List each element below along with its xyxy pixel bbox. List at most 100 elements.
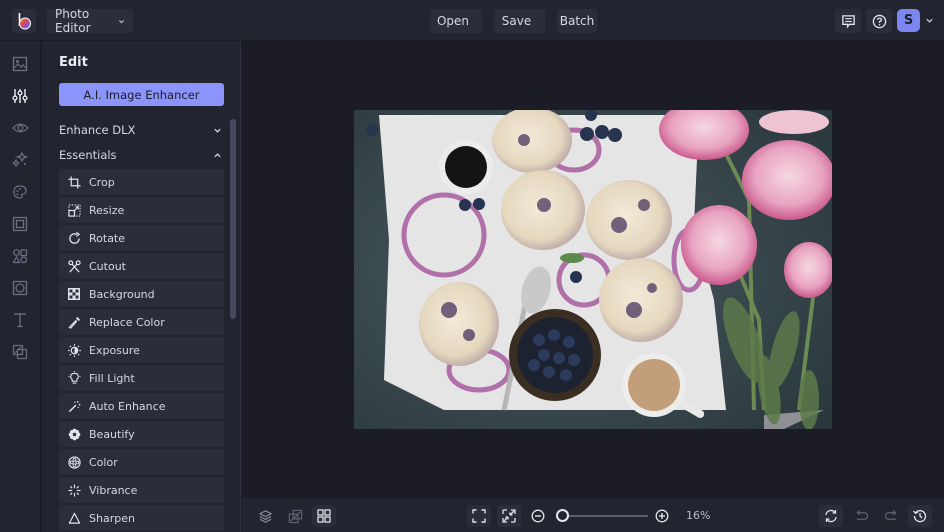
section-enhance-dlx[interactable]: Enhance DLX [59, 123, 222, 137]
actual-size-icon [502, 509, 516, 523]
zoom-level: 16% [686, 509, 711, 522]
tool-label: Sharpen [89, 511, 135, 525]
layers-button[interactable] [253, 505, 277, 527]
tool-label: Fill Light [89, 371, 135, 385]
avatar-initial: S [903, 13, 914, 28]
open-menu-button[interactable]: Open [430, 9, 482, 33]
left-rail [0, 41, 41, 532]
rail-item-graphics[interactable] [11, 247, 29, 265]
history-button[interactable] [908, 505, 932, 527]
tool-color[interactable]: Color [59, 449, 224, 475]
tool-exposure[interactable]: Exposure [59, 337, 224, 363]
zoom-slider-thumb[interactable] [555, 509, 569, 522]
rail-item-image-manager[interactable] [11, 55, 29, 73]
tool-replace-color[interactable]: Replace Color [59, 309, 224, 335]
mode-selector[interactable]: Photo Editor [47, 7, 133, 35]
tool-background[interactable]: Background [59, 281, 224, 307]
refresh-button[interactable] [819, 505, 843, 527]
sparkles-icon [12, 152, 28, 168]
tool-beautify[interactable]: Beautify [59, 421, 224, 447]
rail-item-frames[interactable] [11, 215, 29, 233]
rail-item-edit[interactable] [11, 87, 29, 105]
checkerboard-icon [68, 288, 80, 300]
befunky-logo-icon [18, 13, 31, 30]
open-label: Open [436, 14, 470, 28]
help-icon [872, 14, 886, 28]
compare-icon [288, 509, 302, 523]
account-chevron-down-icon[interactable] [925, 16, 934, 25]
rail-item-artsy[interactable] [11, 151, 29, 169]
sliders-icon [12, 89, 28, 103]
photo-image [354, 110, 832, 429]
photo-canvas[interactable] [354, 110, 832, 429]
exposure-icon [67, 343, 81, 357]
rail-item-overlays[interactable] [11, 343, 29, 361]
ai-image-enhancer-button[interactable]: A.I. Image Enhancer [59, 83, 224, 106]
actual-size-button[interactable] [497, 505, 521, 527]
tool-sharpen[interactable]: Sharpen [59, 505, 224, 531]
shapes-icon [12, 249, 28, 264]
tool-label: Replace Color [89, 315, 165, 329]
tool-vibrance[interactable]: Vibrance [59, 477, 224, 503]
refresh-icon [825, 509, 837, 523]
zoom-slider-track[interactable] [560, 515, 648, 517]
tool-label: Background [89, 287, 155, 301]
layers-icon [258, 509, 272, 523]
section-label: Enhance DLX [59, 123, 136, 137]
vibrance-icon [67, 483, 81, 497]
grid-icon [317, 509, 331, 523]
chevron-down-icon [214, 128, 221, 133]
save-label: Save [501, 14, 532, 28]
tool-fill-light[interactable]: Fill Light [59, 365, 224, 391]
app-logo[interactable] [12, 9, 36, 33]
tool-label: Exposure [89, 343, 140, 357]
tool-label: Vibrance [89, 483, 138, 497]
tool-auto-enhance[interactable]: Auto Enhance [59, 393, 224, 419]
undo-button[interactable] [849, 505, 873, 527]
tool-label: Color [89, 455, 118, 469]
rail-item-touch-up[interactable] [11, 183, 29, 201]
tool-rotate[interactable]: Rotate [59, 225, 224, 251]
zoom-out-icon [531, 509, 545, 523]
text-icon [14, 313, 26, 328]
rail-item-effects[interactable] [11, 119, 29, 137]
resize-icon [67, 203, 81, 217]
tool-resize[interactable]: Resize [59, 197, 224, 223]
batch-button[interactable]: Batch [557, 9, 597, 33]
rotate-icon [68, 231, 80, 244]
comment-icon [841, 14, 855, 29]
undo-icon [855, 509, 868, 520]
redo-icon [884, 509, 897, 520]
lightbulb-icon [67, 371, 81, 384]
eye-icon [11, 123, 29, 133]
grid-button[interactable] [312, 505, 336, 527]
batch-label: Batch [559, 14, 595, 28]
tool-cutout[interactable]: Cutout [59, 253, 224, 279]
edit-panel: Edit A.I. Image Enhancer Enhance DLX Ess… [42, 41, 241, 532]
zoom-out-button[interactable] [526, 505, 550, 527]
compare-button[interactable] [283, 505, 307, 527]
tool-crop[interactable]: Crop [59, 169, 224, 195]
zoom-in-icon [655, 509, 669, 523]
save-menu-button[interactable]: Save [494, 9, 545, 33]
chevron-down-icon [119, 19, 124, 23]
rail-item-textures[interactable] [11, 279, 29, 297]
fit-screen-icon [472, 509, 486, 523]
rail-item-text[interactable] [11, 311, 29, 329]
panel-scrollbar[interactable] [230, 119, 236, 319]
user-avatar[interactable]: S [897, 9, 920, 32]
texture-icon [12, 280, 28, 296]
comment-button[interactable] [835, 9, 861, 33]
history-icon [913, 510, 927, 523]
fit-screen-button[interactable] [467, 505, 491, 527]
chevron-up-icon [214, 152, 221, 157]
section-label: Essentials [59, 148, 117, 162]
magic-wand-icon [68, 400, 80, 412]
help-button[interactable] [866, 9, 892, 33]
redo-button[interactable] [879, 505, 903, 527]
section-essentials[interactable]: Essentials [59, 148, 222, 162]
panel-title: Edit [59, 55, 88, 70]
zoom-in-button[interactable] [650, 505, 674, 527]
tool-label: Cutout [89, 259, 126, 273]
tool-label: Auto Enhance [89, 399, 166, 413]
